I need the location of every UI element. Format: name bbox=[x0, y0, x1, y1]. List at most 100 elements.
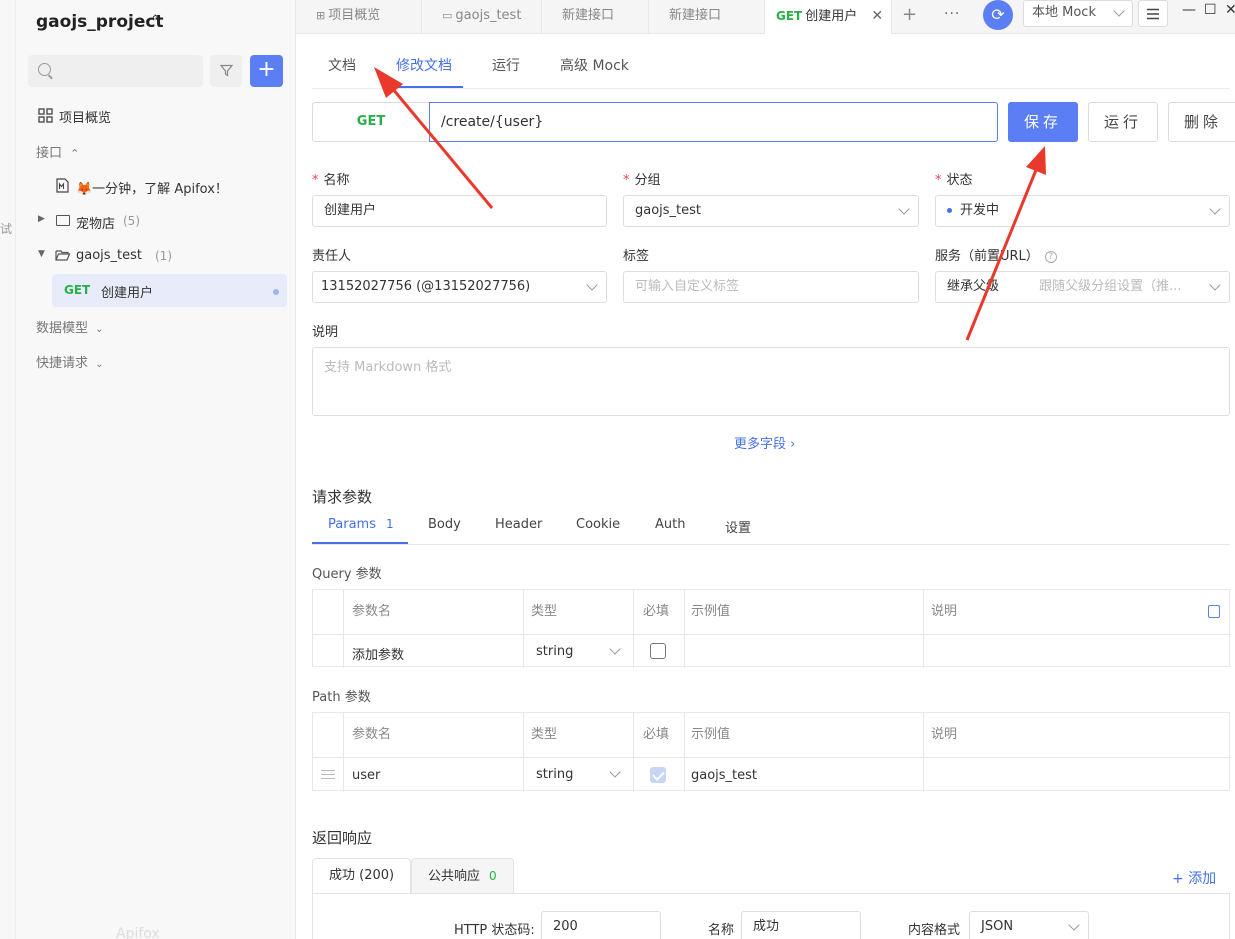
service-select[interactable]: 继承父级 跟随父级分组设置（推... bbox=[935, 271, 1230, 303]
row-divider bbox=[313, 757, 1231, 758]
chevron-down-icon bbox=[1209, 203, 1221, 215]
tags-label: 标签 bbox=[623, 249, 650, 264]
description-textarea[interactable]: 支持 Markdown 格式 bbox=[312, 347, 1230, 416]
content-format-label: 内容格式 bbox=[908, 923, 961, 938]
sidebar-section-models[interactable]: 数据模型 ⌄ bbox=[36, 317, 104, 336]
col-divider bbox=[923, 590, 924, 668]
param-tab-active-indicator bbox=[312, 542, 408, 544]
owner-label: 责任人 bbox=[312, 249, 352, 264]
project-title[interactable]: gaojs_project bbox=[36, 12, 164, 32]
name-field[interactable]: 创建用户 bbox=[312, 195, 607, 227]
col-divider bbox=[684, 590, 685, 668]
request-params-title: 请求参数 bbox=[312, 488, 373, 506]
required-checkbox[interactable] bbox=[650, 643, 666, 659]
sync-icon[interactable]: ⟳ bbox=[983, 0, 1013, 30]
tab-create-user[interactable]: GET 创建用户 ✕ bbox=[765, 0, 892, 34]
tab-new-api-2[interactable]: 新建接口 bbox=[649, 0, 765, 34]
caret-right-icon: ▶ bbox=[38, 214, 45, 224]
edge-text: 试 bbox=[0, 222, 13, 236]
param-example[interactable]: gaojs_test bbox=[691, 768, 757, 783]
subtab-edit-doc[interactable]: 修改文档 bbox=[396, 55, 452, 75]
param-tab-auth[interactable]: Auth bbox=[655, 517, 685, 532]
add-param-input[interactable]: 添加参数 bbox=[352, 644, 404, 663]
environment-select[interactable]: 本地 Mock bbox=[1023, 0, 1133, 27]
delete-button[interactable]: 删除 bbox=[1168, 102, 1235, 142]
menu-button[interactable] bbox=[1138, 0, 1168, 27]
subtab-doc[interactable]: 文档 bbox=[328, 55, 356, 75]
group-select[interactable]: gaojs_test bbox=[623, 195, 919, 227]
tab-overview[interactable]: ⊞ 项目概览 bbox=[296, 0, 422, 34]
grid-icon: ⊞ bbox=[316, 9, 326, 22]
more-fields-link[interactable]: 更多字段 › bbox=[734, 433, 795, 452]
param-type-value: string bbox=[536, 767, 574, 782]
chevron-down-icon bbox=[609, 643, 621, 655]
group-label: * 分组 bbox=[623, 173, 661, 188]
query-params-title: Query 参数 bbox=[312, 567, 382, 582]
col-header-type: 类型 bbox=[531, 604, 558, 619]
response-tab-success[interactable]: 成功 (200) bbox=[312, 858, 412, 894]
apifox-logo: Apifox bbox=[116, 926, 160, 939]
status-select[interactable]: 开发中 bbox=[935, 195, 1230, 227]
run-button[interactable]: 运行 bbox=[1088, 102, 1158, 142]
sidebar-item-create-user[interactable]: GET 创建用户 bbox=[52, 274, 287, 307]
chevron-down-icon bbox=[1209, 279, 1221, 291]
tab-label: 创建用户 bbox=[805, 9, 858, 24]
bulk-edit-icon[interactable] bbox=[1208, 605, 1220, 618]
status-label: * 状态 bbox=[935, 173, 973, 188]
service-value: 继承父级 bbox=[947, 279, 1000, 294]
response-tab-common[interactable]: 公共响应 0 bbox=[411, 858, 514, 894]
required-checkbox-checked[interactable] bbox=[650, 767, 666, 783]
sidebar-item-label: 宠物店 bbox=[76, 217, 116, 232]
tab-label: 新建接口 bbox=[562, 8, 615, 23]
col-divider bbox=[633, 713, 634, 792]
response-name-input[interactable]: 成功 bbox=[741, 911, 861, 939]
sidebar-item-label: gaojs_test bbox=[76, 248, 143, 263]
sidebar-section-label: 快捷请求 bbox=[36, 356, 89, 371]
close-icon[interactable]: ✕ bbox=[871, 8, 883, 24]
status-dot bbox=[947, 208, 952, 213]
content-format-select[interactable]: JSON bbox=[969, 911, 1089, 939]
more-tabs-icon[interactable]: ··· bbox=[944, 6, 960, 22]
add-response-button[interactable]: + 添加 bbox=[1172, 868, 1216, 888]
response-panel: HTTP 状态码: 200 名称 成功 内容格式 JSON bbox=[312, 893, 1230, 939]
param-tab-body[interactable]: Body bbox=[428, 517, 461, 532]
plus-icon: + bbox=[1172, 871, 1184, 887]
col-header-example: 示例值 bbox=[691, 604, 731, 619]
tags-input[interactable]: 可输入自定义标签 bbox=[623, 271, 919, 303]
drag-handle-icon[interactable] bbox=[321, 770, 335, 779]
sidebar-section-quick-requests[interactable]: 快捷请求 ⌄ bbox=[36, 352, 104, 371]
col-divider bbox=[343, 713, 344, 792]
window-close-icon[interactable]: ✕ bbox=[1225, 2, 1235, 18]
param-type-select[interactable]: string bbox=[524, 758, 633, 791]
http-code-input[interactable]: 200 bbox=[541, 911, 661, 939]
subtab-advanced-mock[interactable]: 高级 Mock bbox=[560, 55, 629, 75]
tab-new-api-1[interactable]: 新建接口 bbox=[542, 0, 649, 34]
filter-button[interactable] bbox=[210, 55, 242, 87]
response-count: 0 bbox=[489, 869, 497, 883]
url-input[interactable]: /create/{user} bbox=[429, 102, 998, 142]
col-header-required: 必填 bbox=[643, 727, 670, 742]
param-tab-header[interactable]: Header bbox=[495, 517, 542, 532]
sidebar-search-input[interactable] bbox=[28, 55, 203, 87]
sidebar: gaojs_project ⌃ + 项目概览 接口 ⌃ 🦊一分钟，了解 Apif… bbox=[16, 0, 296, 939]
help-icon[interactable]: ? bbox=[1044, 250, 1057, 263]
param-name[interactable]: user bbox=[352, 768, 380, 783]
save-button[interactable]: 保存 bbox=[1008, 102, 1078, 142]
add-button[interactable]: + bbox=[250, 55, 283, 87]
name-label: * 名称 bbox=[312, 173, 350, 188]
new-tab-button[interactable]: + bbox=[902, 4, 917, 25]
project-switch-icon[interactable]: ⌃ bbox=[150, 13, 161, 28]
sidebar-section-apis[interactable]: 接口 ⌃ bbox=[36, 142, 79, 161]
chevron-down-icon bbox=[1068, 919, 1080, 931]
tab-gaojs-test[interactable]: ▭ gaojs_test bbox=[422, 0, 542, 34]
param-tab-settings[interactable]: 设置 bbox=[725, 517, 751, 536]
col-header-required: 必填 bbox=[643, 604, 670, 619]
owner-select[interactable]: 13152027756 (@13152027756) bbox=[312, 271, 607, 303]
method-select[interactable]: GET bbox=[312, 102, 430, 142]
param-type-select[interactable]: string bbox=[524, 635, 633, 667]
minimize-icon[interactable]: — bbox=[1182, 2, 1196, 18]
maximize-icon[interactable]: ☐ bbox=[1204, 2, 1217, 18]
param-tab-params[interactable]: Params 1 bbox=[328, 517, 394, 532]
subtab-run[interactable]: 运行 bbox=[492, 55, 520, 75]
param-tab-cookie[interactable]: Cookie bbox=[576, 517, 620, 532]
